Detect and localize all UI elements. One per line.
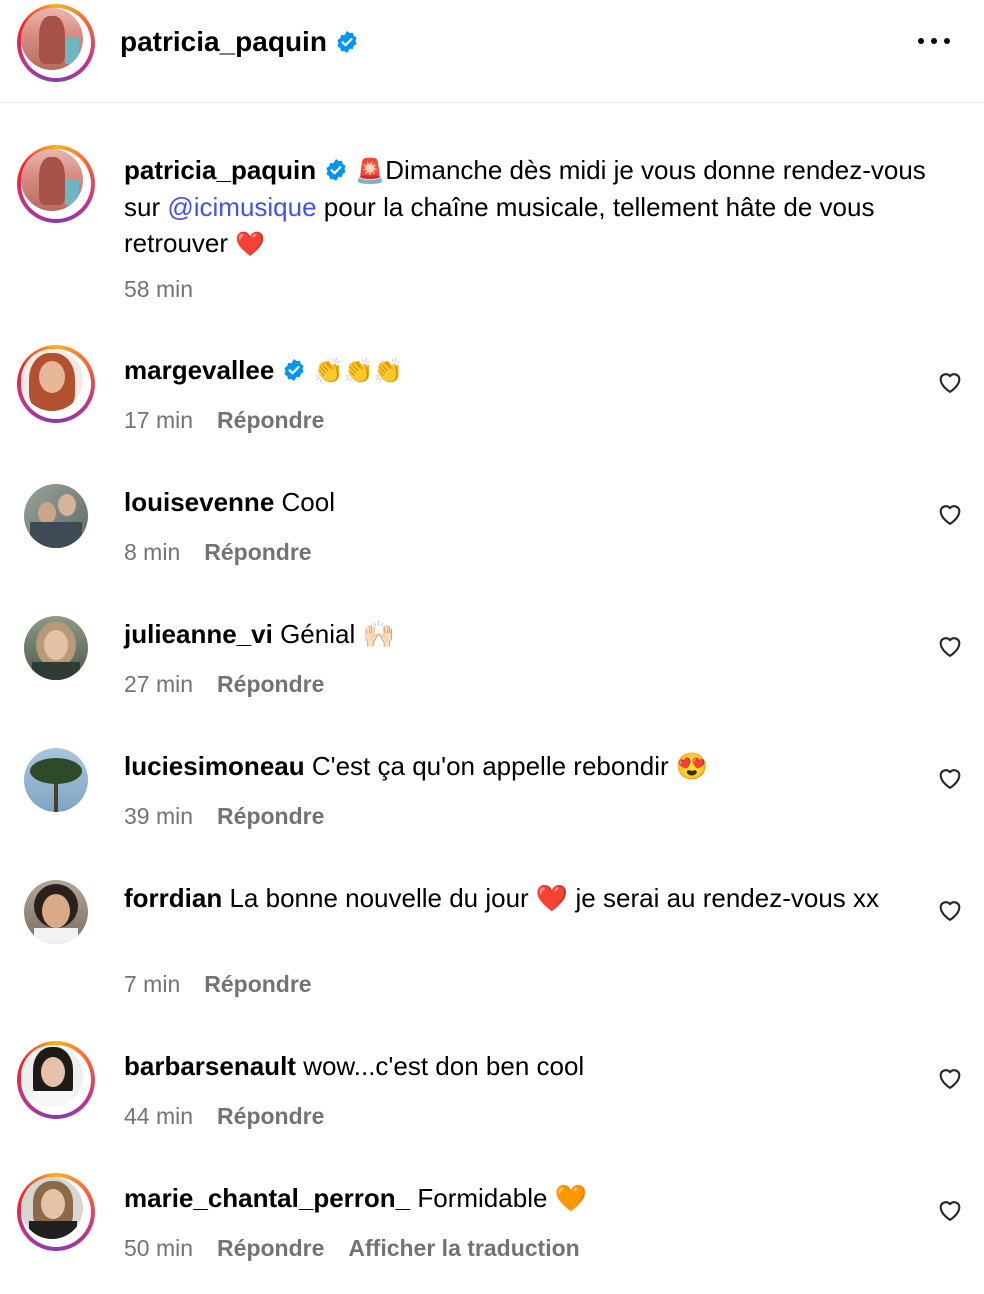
- post-caption: patricia_paquin 🚨Dimanche dès midi je vo…: [124, 152, 964, 262]
- comment-body: Génial 🙌🏻: [280, 619, 395, 649]
- comment-text: barbarsenault wow...c'est don ben cool: [124, 1048, 914, 1084]
- comment-body: Cool: [281, 487, 335, 517]
- verified-badge-icon: [284, 359, 304, 381]
- comment-time[interactable]: 27 min: [124, 671, 193, 697]
- comment-time[interactable]: 8 min: [124, 539, 180, 565]
- comment-time[interactable]: 39 min: [124, 803, 193, 829]
- comment-avatar-luciesimoneau[interactable]: [24, 748, 88, 812]
- header-avatar[interactable]: [17, 4, 95, 82]
- mention-link[interactable]: @icimusique: [167, 192, 316, 222]
- like-heart-icon[interactable]: [936, 632, 964, 660]
- comment-time[interactable]: 44 min: [124, 1103, 193, 1129]
- comment-body: wow...c'est don ben cool: [303, 1051, 585, 1081]
- caption-time[interactable]: 58 min: [124, 276, 193, 302]
- comment-username[interactable]: barbarsenault: [124, 1051, 296, 1081]
- comment-username[interactable]: julieanne_vi: [124, 619, 273, 649]
- comment-meta: 27 min Répondre: [124, 671, 324, 698]
- comment-username[interactable]: forrdian: [124, 883, 222, 913]
- comment-text: forrdian La bonne nouvelle du jour ❤️ je…: [124, 880, 884, 916]
- reply-button[interactable]: Répondre: [204, 539, 311, 565]
- comment-text: margevallee 👏👏👏: [124, 352, 914, 389]
- comment-avatar-marie_chantal_perron_[interactable]: [17, 1173, 95, 1251]
- comment-meta: 17 min Répondre: [124, 407, 324, 434]
- siren-emoji: 🚨: [355, 157, 386, 185]
- reply-button[interactable]: Répondre: [217, 407, 324, 433]
- caption-avatar[interactable]: [17, 145, 95, 223]
- comment-meta: 39 min Répondre: [124, 803, 324, 830]
- comment-avatar-julieanne_vi[interactable]: [24, 616, 88, 680]
- comment-username[interactable]: margevallee: [124, 355, 274, 385]
- like-heart-icon[interactable]: [936, 1196, 964, 1224]
- verified-badge-icon: [326, 159, 346, 181]
- comment-time[interactable]: 17 min: [124, 407, 193, 433]
- reply-button[interactable]: Répondre: [217, 803, 324, 829]
- comment-avatar-margevallee[interactable]: [17, 345, 95, 423]
- comment-meta: 44 min Répondre: [124, 1103, 324, 1130]
- post-header: patricia_paquin: [0, 0, 984, 103]
- comment-body: C'est ça qu'on appelle rebondir 😍: [311, 751, 709, 781]
- like-heart-icon[interactable]: [936, 500, 964, 528]
- comment-body: La bonne nouvelle du jour ❤️ je serai au…: [229, 883, 880, 913]
- reply-button[interactable]: Répondre: [217, 1235, 324, 1261]
- comment-avatar-louisevenne[interactable]: [24, 484, 88, 548]
- reply-button[interactable]: Répondre: [217, 671, 324, 697]
- comment-time[interactable]: 7 min: [124, 971, 180, 997]
- heart-emoji: ❤️: [235, 230, 266, 258]
- reply-button[interactable]: Répondre: [217, 1103, 324, 1129]
- header-username-row[interactable]: patricia_paquin: [120, 26, 359, 58]
- comment-meta: 8 min Répondre: [124, 539, 312, 566]
- comment-username[interactable]: louisevenne: [124, 487, 274, 517]
- translate-button[interactable]: Afficher la traduction: [348, 1235, 579, 1261]
- caption-meta: 58 min: [124, 276, 193, 303]
- reply-button[interactable]: Répondre: [204, 971, 311, 997]
- like-heart-icon[interactable]: [936, 764, 964, 792]
- like-heart-icon[interactable]: [936, 368, 964, 396]
- comment-text: marie_chantal_perron_ Formidable 🧡: [124, 1180, 914, 1216]
- comment-time[interactable]: 50 min: [124, 1235, 193, 1261]
- comment-text: louisevenne Cool: [124, 484, 914, 520]
- comment-body: 👏👏👏: [313, 357, 404, 385]
- like-heart-icon[interactable]: [936, 1064, 964, 1092]
- more-horizontal-icon[interactable]: [916, 38, 952, 48]
- verified-badge-icon: [337, 31, 357, 53]
- comment-meta: 7 min Répondre: [124, 971, 312, 998]
- comment-body: Formidable 🧡: [417, 1183, 588, 1213]
- comment-username[interactable]: marie_chantal_perron_: [124, 1183, 410, 1213]
- comment-text: julieanne_vi Génial 🙌🏻: [124, 616, 914, 652]
- comment-username[interactable]: luciesimoneau: [124, 751, 305, 781]
- comment-text: luciesimoneau C'est ça qu'on appelle reb…: [124, 748, 914, 784]
- like-heart-icon[interactable]: [936, 896, 964, 924]
- comment-avatar-forrdian[interactable]: [24, 880, 88, 944]
- comment-avatar-barbarsenault[interactable]: [17, 1041, 95, 1119]
- comment-meta: 50 min Répondre Afficher la traduction: [124, 1235, 580, 1262]
- header-username[interactable]: patricia_paquin: [120, 26, 327, 57]
- caption-username[interactable]: patricia_paquin: [124, 155, 316, 185]
